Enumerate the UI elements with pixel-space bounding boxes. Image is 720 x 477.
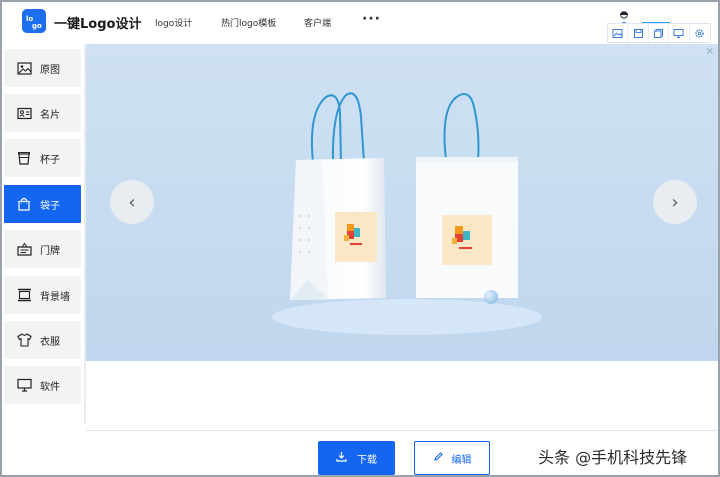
edit-label: 编辑	[451, 454, 472, 466]
watermark-text: 头条 @手机科技先锋	[538, 448, 688, 467]
nav-logo-design[interactable]: logo设计	[155, 16, 192, 29]
sidebar-item-background-wall[interactable]: 背景墙	[4, 276, 81, 314]
nav-hot-templates[interactable]: 热门logo模板	[221, 16, 276, 29]
image-icon	[16, 60, 32, 76]
signboard-icon	[16, 241, 32, 257]
image-edit-icon[interactable]	[608, 24, 629, 42]
sidebar-item-label: 袋子	[40, 200, 60, 212]
preview-toolbar	[607, 23, 711, 43]
sidebar-item-bag[interactable]: 袋子	[4, 185, 81, 223]
sidebar-item-label: 名片	[40, 109, 60, 121]
brand-title[interactable]: 一键Logo设计	[54, 13, 141, 32]
left-bag-image	[290, 92, 386, 300]
download-icon	[336, 451, 347, 465]
sidebar-item-original[interactable]: 原图	[4, 49, 81, 87]
sidebar-item-label: 门牌	[40, 245, 60, 257]
chevron-left-icon: ‹	[128, 191, 136, 213]
wall-icon	[16, 287, 32, 303]
copy-icon[interactable]	[649, 24, 670, 42]
id-card-icon	[16, 105, 32, 121]
next-arrow-button[interactable]: ›	[653, 180, 697, 224]
settings-icon[interactable]	[690, 24, 710, 42]
more-menu-button[interactable]: ···	[362, 11, 381, 27]
bag-icon	[16, 196, 32, 212]
nav-client[interactable]: 客户端	[304, 16, 331, 29]
chevron-right-icon: ›	[671, 191, 679, 213]
svg-text:go: go	[32, 22, 42, 30]
sidebar-item-software[interactable]: 软件	[4, 366, 81, 404]
mockup-preview: × ‹ ›	[86, 44, 718, 361]
monitor-icon[interactable]	[669, 24, 690, 42]
sidebar-item-label: 杯子	[40, 154, 60, 166]
download-label: 下载	[357, 454, 377, 466]
pencil-icon	[433, 451, 444, 465]
sidebar-item-clothes[interactable]: 衣服	[4, 321, 81, 359]
app-logo-icon[interactable]: lo go	[22, 9, 46, 33]
right-bag-image	[416, 93, 518, 298]
sidebar-item-signboard[interactable]: 门牌	[4, 230, 81, 268]
sidebar-item-cup[interactable]: 杯子	[4, 139, 81, 177]
prev-arrow-button[interactable]: ‹	[110, 180, 154, 224]
monitor-icon	[16, 377, 32, 393]
download-button[interactable]: 下载	[318, 441, 395, 475]
sidebar-item-label: 衣服	[40, 336, 60, 348]
close-icon[interactable]: ×	[706, 46, 714, 57]
sidebar-item-label: 原图	[40, 64, 60, 76]
sidebar-item-business-card[interactable]: 名片	[4, 94, 81, 132]
sidebar-item-label: 软件	[40, 381, 60, 393]
sidebar-item-label: 背景墙	[40, 291, 70, 303]
edit-button[interactable]: 编辑	[414, 441, 490, 475]
mockup-sidebar: 原图 名片 杯子 袋子 门牌 背景墙 衣服 软件	[2, 44, 84, 476]
footer-divider	[86, 430, 718, 431]
decorative-ball	[484, 290, 498, 304]
shirt-icon	[16, 332, 32, 348]
cup-icon	[16, 150, 32, 166]
save-icon[interactable]	[628, 24, 649, 42]
